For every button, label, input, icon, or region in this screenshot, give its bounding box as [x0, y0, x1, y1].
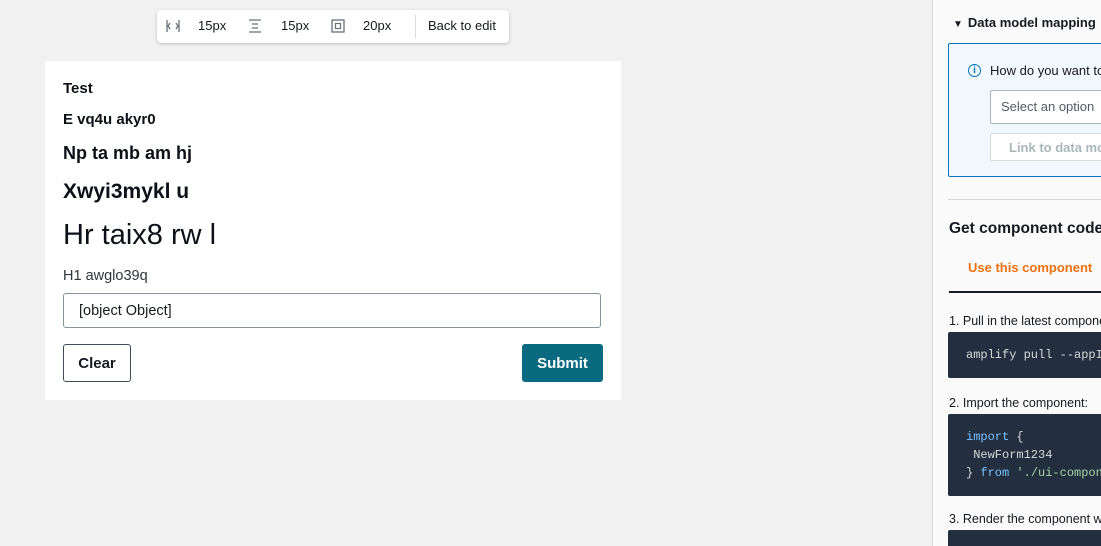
code-block-pull[interactable]: amplify pull --appId: [948, 332, 1101, 378]
tab-underline: [949, 291, 1101, 293]
clear-button[interactable]: Clear: [63, 344, 131, 382]
caret-down-icon: ▼: [953, 19, 963, 30]
step-1-label: 1. Pull in the latest component: [949, 314, 1101, 328]
data-model-mapping-heading: Data model mapping: [967, 15, 1096, 30]
code-block-render[interactable]: [948, 530, 1101, 546]
padding-icon[interactable]: [330, 18, 346, 34]
back-to-edit-button[interactable]: Back to edit: [428, 18, 496, 33]
heading-4: Np ta mb am hj: [63, 143, 193, 163]
padding-value[interactable]: 20px: [363, 18, 391, 33]
step-2-label: 2. Import the component:: [949, 396, 1088, 410]
horizontal-spacing-icon[interactable]: [165, 18, 181, 34]
form-preview-card: Test E vq4u akyr0 Np ta mb am hj Xwyi3my…: [45, 61, 621, 400]
data-model-mapping-toggle[interactable]: ▼ Data model mapping: [953, 15, 1096, 30]
horizontal-spacing-value[interactable]: 15px: [198, 18, 226, 33]
code-keyword-from: from: [980, 466, 1010, 480]
code-text: }: [966, 466, 981, 480]
heading-6: Test: [63, 80, 93, 97]
code-line: amplify pull --appId: [966, 348, 1101, 362]
code-text: NewForm1234: [966, 448, 1053, 462]
code-block-import[interactable]: import { NewForm1234 } from './ui-compon…: [948, 414, 1101, 496]
vertical-spacing-value[interactable]: 15px: [281, 18, 309, 33]
get-component-code-title: Get component code: [949, 220, 1101, 237]
link-to-data-model-button[interactable]: Link to data model: [990, 133, 1101, 161]
vertical-spacing-icon[interactable]: [247, 18, 263, 34]
text-field[interactable]: [63, 293, 601, 328]
heading-5: E vq4u akyr0: [63, 111, 156, 128]
option-select[interactable]: Select an option: [990, 90, 1101, 124]
step-3-label: 3. Render the component with: [949, 512, 1101, 526]
info-icon: i: [968, 64, 981, 77]
panel-divider: [948, 199, 1101, 200]
field-label: H1 awglo39q: [63, 268, 148, 284]
tab-use-this-component[interactable]: Use this component: [968, 260, 1092, 275]
info-box: i How do you want to Select an option Li…: [948, 43, 1101, 177]
code-keyword-import: import: [966, 430, 1010, 444]
submit-button[interactable]: Submit: [522, 344, 603, 382]
toolbar-divider: [415, 15, 416, 38]
heading-2: Hr taix8 rw l: [63, 219, 217, 251]
spacing-toolbar: 15px 15px 20px Back to edit: [157, 10, 509, 43]
code-text: {: [1009, 430, 1024, 444]
info-text: How do you want to: [990, 63, 1101, 78]
code-string: './ui-components': [1016, 466, 1101, 480]
right-panel: ▼ Data model mapping i How do you want to…: [932, 0, 1101, 546]
heading-3: Xwyi3mykl u: [63, 180, 190, 203]
